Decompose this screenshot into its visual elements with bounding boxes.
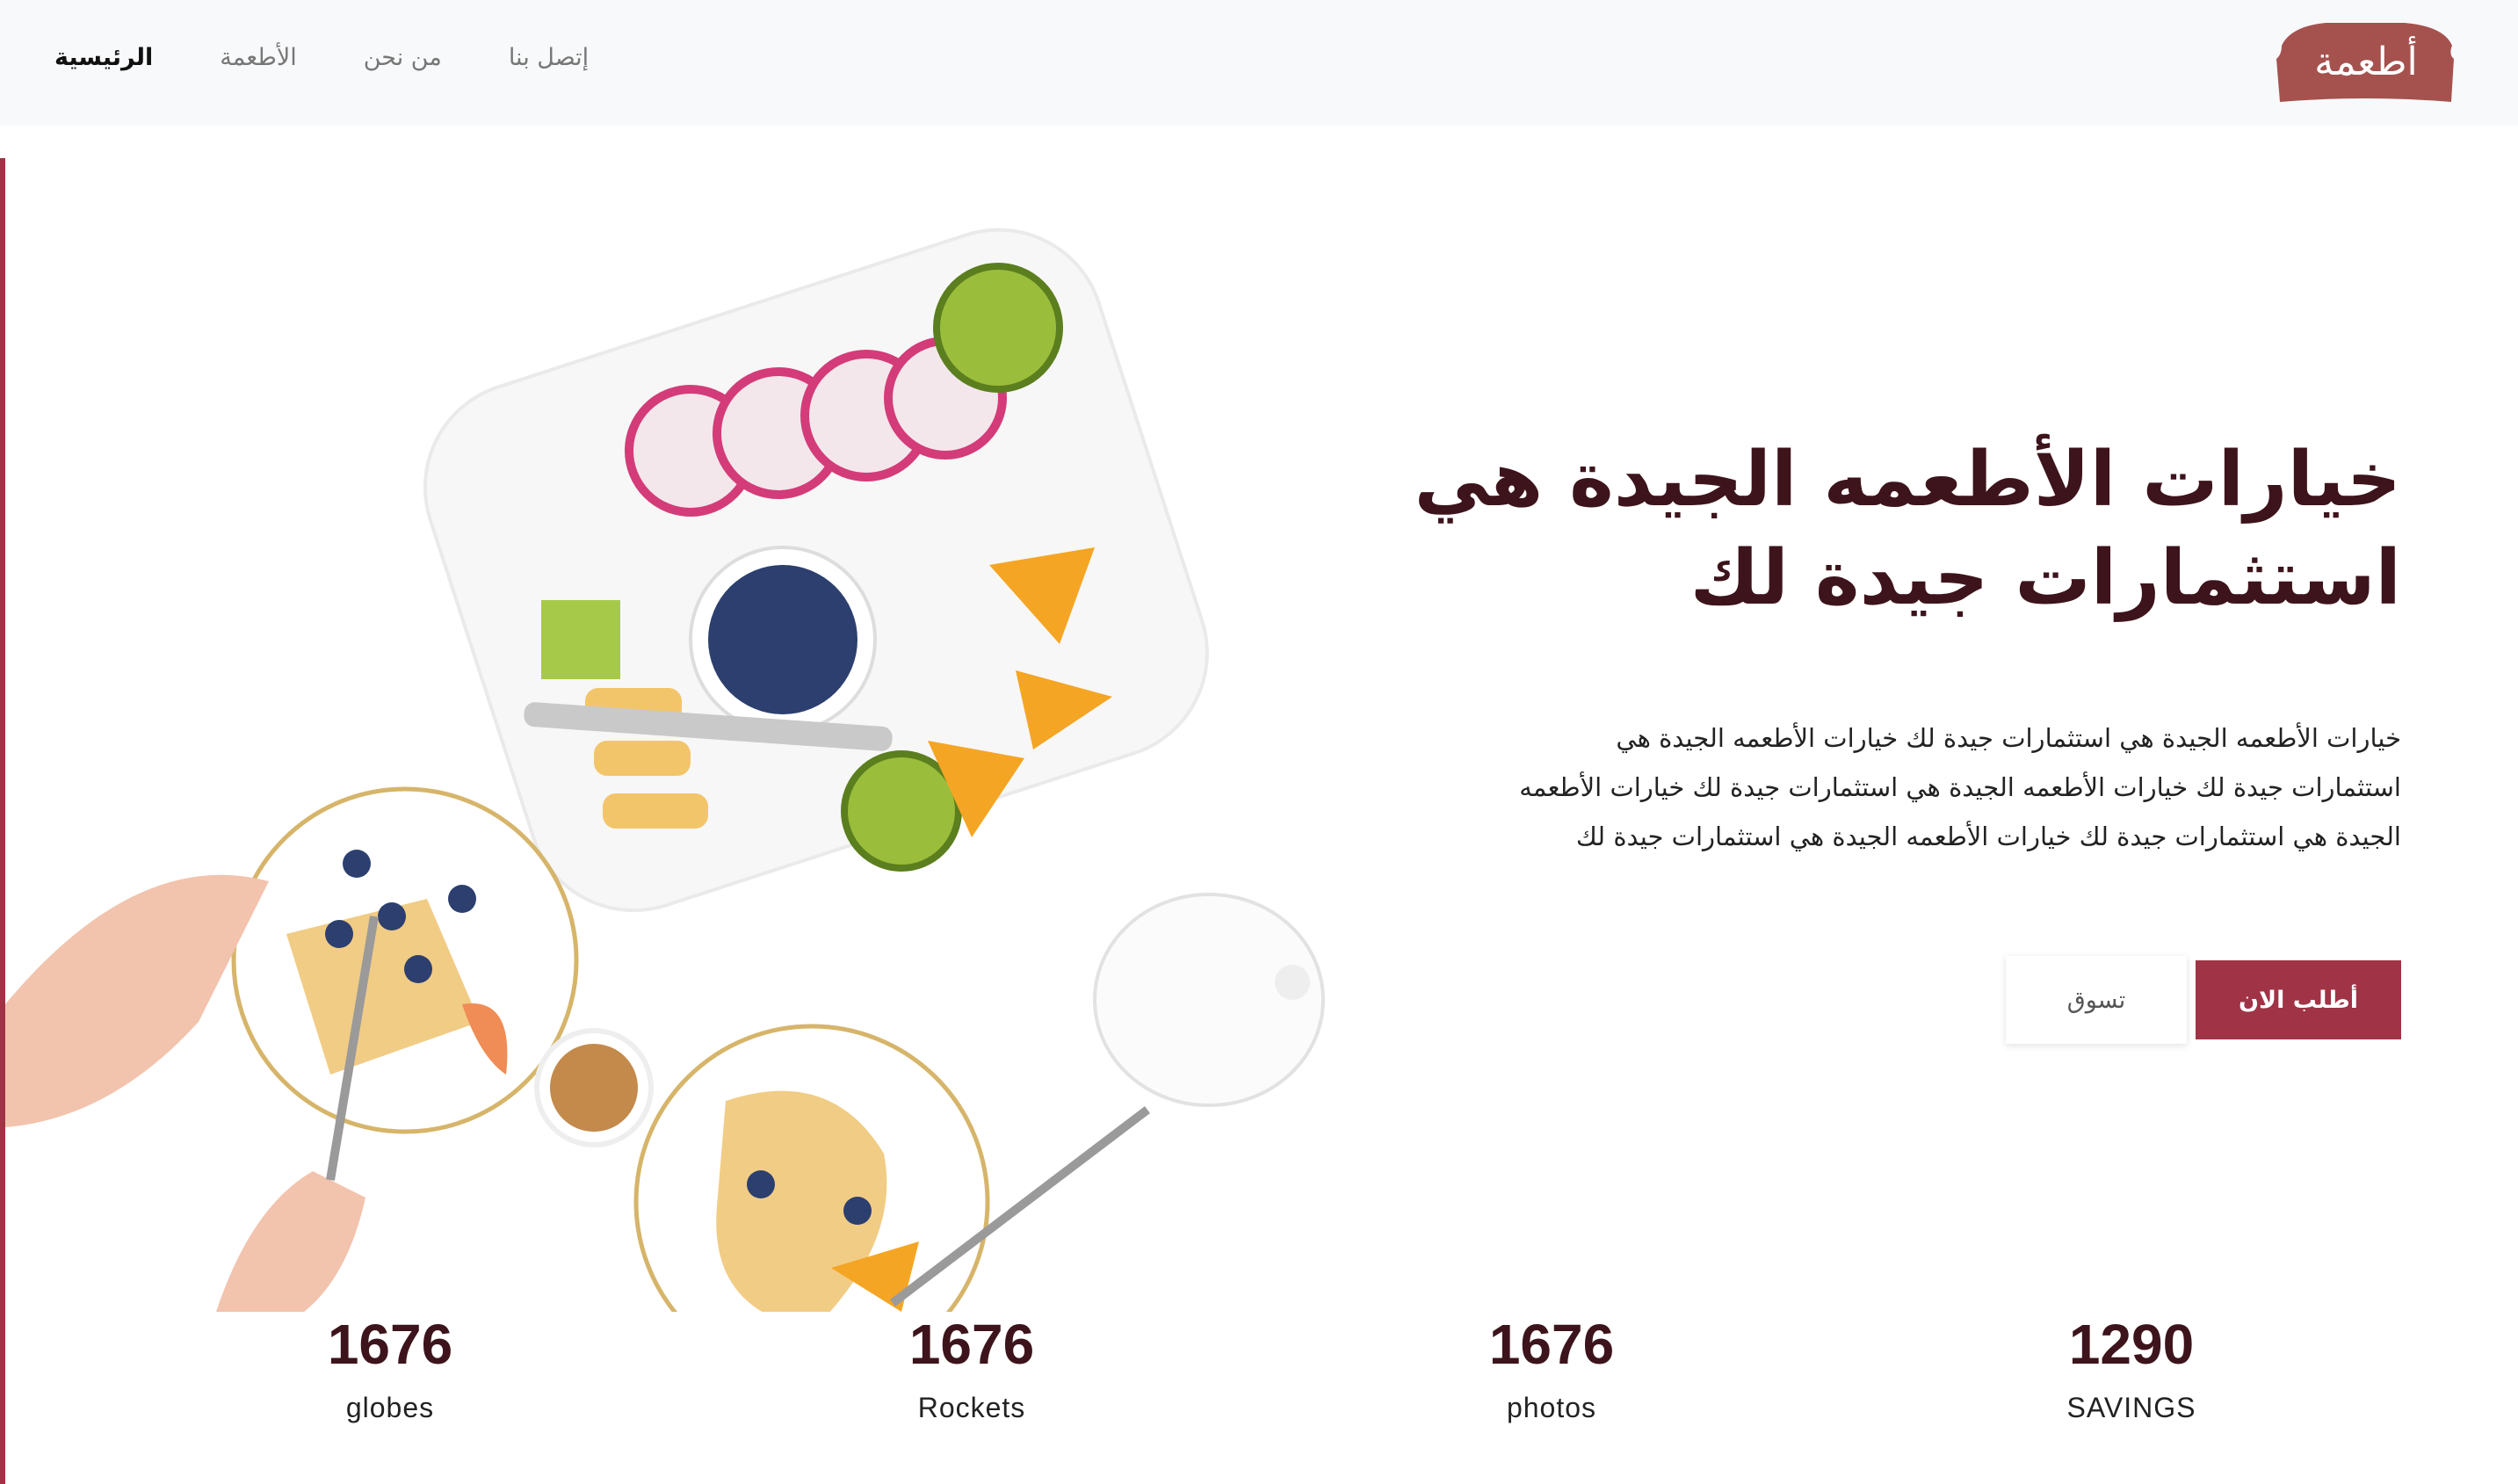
nav-foods[interactable]: الأطعمة [220,40,297,76]
stat-savings: 1290 SAVINGS [1956,1309,2307,1424]
hero-paragraph: خيارات الأطعمه الجيدة هي استثمارات جيدة … [1519,723,2401,851]
navbar: الرئيسية الأطعمة من نحن إتصل بنا أطعمة [0,0,2518,126]
hero-food-image [5,126,1490,1380]
logo[interactable]: أطعمة [2273,19,2459,105]
logo-text: أطعمة [2314,40,2418,84]
stat-value: 1290 [2068,1313,2195,1376]
nav-links: الرئيسية الأطعمة من نحن إتصل بنا [54,40,589,76]
shop-button[interactable]: تسوق [2006,956,2187,1044]
order-now-button[interactable]: أطلب الان [2196,960,2401,1039]
hero-title: خيارات الأطعمه الجيدة هي استثمارات جيدة … [1414,436,2401,622]
stat-rockets: 1676 Rockets [796,1309,1147,1424]
stat-label: globes [345,1392,435,1423]
nav-about[interactable]: من نحن [364,40,442,76]
stat-value: 1676 [1488,1313,1615,1376]
stat-label: Rockets [917,1392,1026,1423]
nav-contact[interactable]: إتصل بنا [509,40,589,76]
stat-label: SAVINGS [2066,1392,2196,1423]
stat-globes: 1676 globes [214,1309,566,1424]
stat-photos: 1676 photos [1376,1309,1727,1424]
stat-label: photos [1506,1392,1597,1423]
nav-home[interactable]: الرئيسية [54,40,153,76]
stat-value: 1676 [327,1313,453,1376]
stat-value: 1676 [908,1313,1035,1376]
